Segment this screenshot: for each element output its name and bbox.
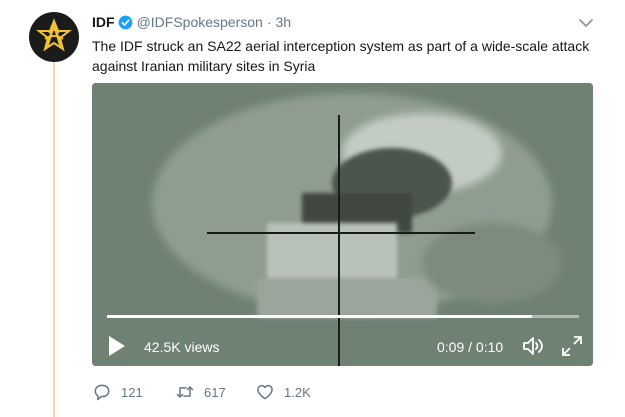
tweet-actions: 121 617 1.2K xyxy=(92,381,392,403)
tweet-header: IDF @IDFSpokesperson · 3h xyxy=(92,13,291,31)
reply-count: 121 xyxy=(121,384,143,400)
play-icon[interactable] xyxy=(108,335,126,357)
reply-button[interactable]: 121 xyxy=(92,381,143,403)
video-time: 0:09 / 0:10 xyxy=(437,339,504,355)
tweet-text: The IDF struck an SA22 aerial intercepti… xyxy=(92,38,590,74)
video-frame xyxy=(92,83,593,366)
author-name[interactable]: IDF xyxy=(92,14,115,30)
volume-icon[interactable] xyxy=(522,335,546,357)
verified-badge-icon xyxy=(118,15,132,29)
progress-fill xyxy=(107,315,532,318)
like-button[interactable]: 1.2K xyxy=(255,381,311,403)
heart-icon xyxy=(257,384,273,400)
reply-icon xyxy=(94,384,110,401)
fullscreen-icon[interactable] xyxy=(561,335,583,357)
retweet-count: 617 xyxy=(204,384,226,400)
avatar[interactable] xyxy=(29,12,79,62)
separator-dot: · xyxy=(266,14,272,30)
view-count: 42.5K views xyxy=(144,339,220,355)
timestamp[interactable]: 3h xyxy=(276,14,292,30)
progress-bar[interactable] xyxy=(107,315,579,318)
author-handle[interactable]: @IDFSpokesperson xyxy=(137,14,263,30)
video-player[interactable]: 42.5K views 0:09 / 0:10 xyxy=(92,83,593,366)
retweet-button[interactable]: 617 xyxy=(175,381,226,403)
thread-line xyxy=(53,62,55,417)
chevron-down-icon[interactable] xyxy=(578,17,594,29)
retweet-icon xyxy=(176,386,194,398)
idf-emblem-icon xyxy=(36,18,72,52)
like-count: 1.2K xyxy=(284,384,311,400)
